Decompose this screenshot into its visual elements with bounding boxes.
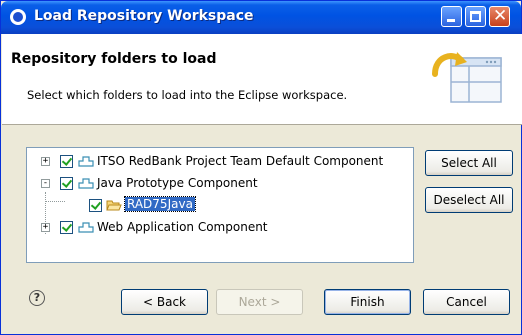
page-title: Repository folders to load bbox=[11, 51, 217, 67]
minimize-icon bbox=[447, 19, 455, 22]
checkbox-checked[interactable] bbox=[60, 155, 73, 168]
maximize-button[interactable] bbox=[465, 6, 486, 27]
minimize-button[interactable] bbox=[441, 6, 462, 27]
tree-item-label: ITSO RedBank Project Team Default Compon… bbox=[97, 154, 384, 168]
wizard-header: Repository folders to load Select which … bbox=[2, 34, 522, 125]
expand-icon[interactable]: + bbox=[41, 157, 50, 166]
maximize-icon bbox=[470, 11, 481, 22]
tree-item-itso-redbank[interactable]: + ITSO RedBank Project Team Default Comp… bbox=[27, 152, 413, 170]
cancel-button[interactable]: Cancel bbox=[423, 289, 510, 315]
eclipse-icon bbox=[10, 9, 26, 25]
next-button[interactable]: Next > bbox=[216, 289, 303, 315]
tree-item-java-prototype[interactable]: - Java Prototype Component bbox=[27, 174, 413, 192]
folder-icon bbox=[106, 200, 122, 211]
checkbox-checked[interactable] bbox=[60, 221, 73, 234]
page-description: Select which folders to load into the Ec… bbox=[27, 88, 348, 102]
finish-button[interactable]: Finish bbox=[324, 289, 411, 315]
select-all-button[interactable]: Select All bbox=[425, 150, 513, 176]
component-icon bbox=[78, 222, 94, 233]
back-button[interactable]: < Back bbox=[121, 289, 208, 315]
tree-item-label: Web Application Component bbox=[97, 220, 268, 234]
close-icon: ✕ bbox=[493, 6, 508, 26]
load-workspace-icon bbox=[432, 52, 502, 103]
close-button[interactable]: ✕ bbox=[489, 6, 510, 27]
collapse-icon[interactable]: - bbox=[41, 179, 50, 188]
checkbox-checked[interactable] bbox=[89, 199, 102, 212]
title-bar[interactable]: Load Repository Workspace ✕ bbox=[1, 1, 521, 34]
expand-icon[interactable]: + bbox=[41, 223, 50, 232]
tree-item-label: Java Prototype Component bbox=[97, 176, 258, 190]
help-icon[interactable]: ? bbox=[29, 290, 45, 306]
folder-tree[interactable]: + ITSO RedBank Project Team Default Comp… bbox=[26, 147, 414, 263]
checkbox-checked[interactable] bbox=[60, 177, 73, 190]
dialog-window: Load Repository Workspace ✕ Repository f… bbox=[0, 0, 522, 335]
tree-item-label-selected: RAD75Java bbox=[124, 196, 196, 212]
component-icon bbox=[78, 156, 94, 167]
tree-item-rad75java[interactable]: RAD75Java bbox=[27, 196, 413, 214]
tree-item-web-application[interactable]: + Web Application Component bbox=[27, 218, 413, 236]
component-icon bbox=[78, 178, 94, 189]
window-title: Load Repository Workspace bbox=[34, 8, 254, 24]
deselect-all-button[interactable]: Deselect All bbox=[425, 187, 513, 213]
